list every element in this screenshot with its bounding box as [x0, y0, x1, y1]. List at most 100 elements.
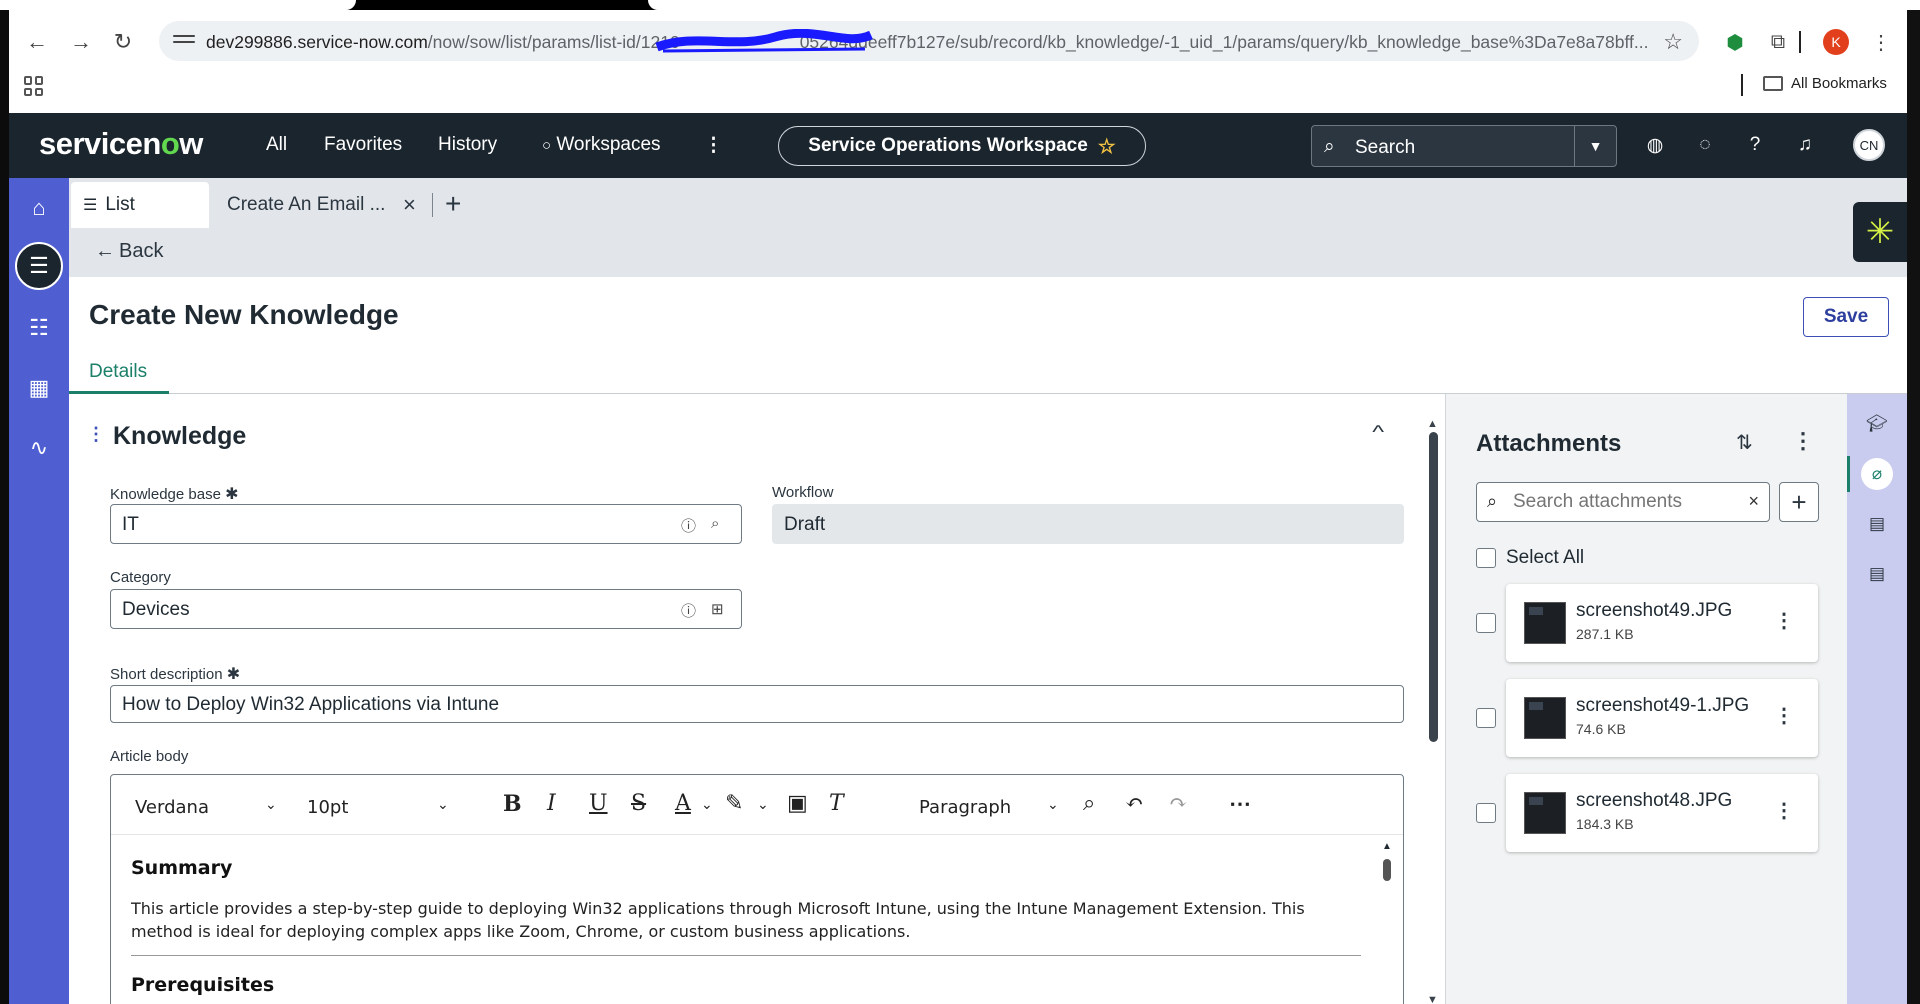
extension-icon[interactable]: ⬢ [1721, 28, 1749, 56]
sort-icon[interactable]: ⇅ [1736, 430, 1753, 455]
extensions-puzzle-icon[interactable]: ⧉ [1764, 28, 1792, 56]
chat-icon[interactable]: ◌ [1693, 133, 1717, 157]
clear-formatting-icon[interactable]: T [829, 791, 844, 816]
nav-workspaces[interactable]: ○ Workspaces [542, 134, 661, 156]
user-avatar[interactable]: CN [1853, 129, 1885, 161]
reload-icon[interactable]: ↻ [107, 26, 139, 58]
search-scope-dropdown[interactable]: ▼ [1574, 126, 1616, 166]
underline-icon[interactable]: U [589, 791, 608, 816]
clear-icon[interactable]: × [1748, 491, 1759, 512]
editor-content[interactable]: Summary This article provides a step-by-… [111, 835, 1403, 1004]
section-drag-handle-icon[interactable]: ⋮ [87, 424, 105, 445]
undo-icon[interactable]: ↶ [1125, 791, 1143, 816]
schedule-icon[interactable]: ▦ [21, 370, 57, 406]
find-search-icon[interactable]: ⌕ [1083, 791, 1095, 816]
text-color-icon[interactable]: A [675, 791, 691, 816]
url-text[interactable]: dev299886.service-now.com/now/sow/list/p… [206, 32, 1656, 53]
back-button[interactable]: ← Back [95, 240, 163, 263]
attachment-checkbox[interactable] [1476, 708, 1496, 728]
attachment-checkbox[interactable] [1476, 803, 1496, 823]
info-icon[interactable]: ⓘ [681, 600, 696, 621]
bold-icon[interactable]: B [503, 791, 522, 817]
category-field[interactable]: Devices ⓘ ⊞ [110, 589, 742, 629]
site-settings-icon[interactable] [173, 31, 195, 51]
scroll-up-icon[interactable]: ▲ [1427, 418, 1438, 430]
editor-scrollbar[interactable]: ▲ [1381, 841, 1393, 1004]
attachment-paperclip-icon[interactable]: ⌀ [1861, 458, 1893, 490]
add-attachment-button[interactable]: + [1779, 482, 1819, 522]
more-vert-icon[interactable]: ⋮ [1774, 608, 1794, 633]
add-tab-icon[interactable]: + [445, 188, 461, 220]
select-all-checkbox[interactable] [1476, 548, 1496, 568]
attachments-search-field[interactable] [1513, 491, 1733, 513]
browser-menu-icon[interactable]: ⋮ [1867, 28, 1895, 56]
attachment-filename[interactable]: screenshot48.JPG [1576, 790, 1732, 812]
sparkle-assist-icon[interactable]: ✳ [1853, 202, 1907, 262]
nav-favorites[interactable]: Favorites [324, 134, 402, 156]
attachment-filename[interactable]: screenshot49-1.JPG [1576, 695, 1749, 717]
list-icon[interactable]: ☰ [15, 242, 63, 290]
chevron-down-icon[interactable]: ⌄ [701, 797, 713, 813]
back-arrow-icon[interactable]: ← [21, 26, 53, 58]
profile-avatar[interactable]: K [1823, 29, 1849, 55]
globe-icon[interactable]: ◍ [1643, 133, 1667, 157]
more-vert-icon[interactable]: ⋮ [1792, 428, 1814, 454]
servicenow-logo[interactable]: servicenow [39, 126, 203, 162]
block-format-value: Paragraph [919, 797, 1012, 818]
attachment-checkbox[interactable] [1476, 613, 1496, 633]
lookup-search-icon[interactable]: ⌕ [711, 515, 719, 532]
attachment-card[interactable]: screenshot49-1.JPG 74.6 KB ⋮ [1506, 679, 1818, 757]
scroll-up-icon[interactable]: ▲ [1382, 841, 1392, 852]
tab-create-email[interactable]: Create An Email ... [227, 194, 385, 216]
apps-grid-icon[interactable] [24, 76, 44, 96]
tab-list[interactable]: ☰ List [71, 182, 209, 228]
font-family-select[interactable]: Verdana ⌄ [135, 797, 277, 818]
notifications-bell-icon[interactable]: ♫ [1793, 133, 1817, 157]
nav-history[interactable]: History [438, 134, 497, 156]
attachments-search-input[interactable]: ⌕ × [1476, 482, 1770, 522]
category-tree-icon[interactable]: ⊞ [711, 600, 724, 618]
knowledge-base-field[interactable]: IT ⓘ ⌕ [110, 504, 742, 544]
attachment-filename[interactable]: screenshot49.JPG [1576, 600, 1732, 622]
info-icon[interactable]: ⓘ [681, 515, 696, 536]
favorite-star-icon[interactable]: ☆ [1098, 134, 1116, 159]
groups-icon[interactable]: ☷ [21, 310, 57, 346]
font-size-select[interactable]: 10pt ⌄ [307, 797, 449, 818]
global-search[interactable]: ⌕ Search ▼ [1311, 125, 1617, 167]
block-format-select[interactable]: Paragraph ⌄ [919, 797, 1059, 818]
forward-arrow-icon[interactable]: → [65, 26, 97, 58]
italic-icon[interactable]: I [547, 791, 556, 816]
form-scrollbar[interactable]: ▲ ▼ [1427, 418, 1438, 1004]
close-tab-icon[interactable]: × [403, 192, 416, 218]
collapse-chevron-up-icon[interactable]: ^ [1372, 422, 1384, 443]
more-options-icon[interactable]: ⋯ [1229, 791, 1251, 817]
workspace-title-pill[interactable]: Service Operations Workspace ☆ [778, 126, 1146, 166]
paste-icon[interactable]: ▣ [787, 791, 808, 816]
help-icon[interactable]: ? [1743, 133, 1767, 157]
chevron-down-icon[interactable]: ⌄ [757, 797, 769, 813]
save-button[interactable]: Save [1803, 297, 1889, 337]
home-icon[interactable]: ⌂ [21, 190, 57, 226]
attachment-card[interactable]: screenshot49.JPG 287.1 KB ⋮ [1506, 584, 1818, 662]
tab-details[interactable]: Details [89, 361, 147, 383]
bookmark-star-icon[interactable]: ☆ [1663, 29, 1683, 55]
document-icon[interactable]: ▤ [1861, 508, 1893, 540]
nav-more-icon[interactable]: ⋮ [704, 134, 723, 157]
scroll-thumb[interactable] [1429, 432, 1438, 742]
all-bookmarks[interactable]: All Bookmarks [1763, 75, 1887, 92]
activity-pulse-icon[interactable]: ∿ [21, 430, 57, 466]
document-list-icon[interactable]: ▤ [1861, 558, 1893, 590]
redo-icon[interactable]: ↷ [1169, 791, 1187, 816]
highlight-color-icon[interactable]: ✎ [725, 791, 743, 816]
article-body-editor[interactable]: Verdana ⌄ 10pt ⌄ B I U S A ⌄ ✎ ⌄ ▣ T Parag… [110, 774, 1404, 1004]
scroll-down-icon[interactable]: ▼ [1427, 994, 1438, 1004]
graduation-cap-icon[interactable]: 🎓︎ [1861, 408, 1893, 440]
scroll-thumb[interactable] [1383, 859, 1391, 881]
address-bar[interactable]: dev299886.service-now.com/now/sow/list/p… [159, 21, 1699, 61]
more-vert-icon[interactable]: ⋮ [1774, 798, 1794, 823]
strikethrough-icon[interactable]: S [631, 791, 646, 816]
nav-all[interactable]: All [266, 134, 287, 156]
attachment-card[interactable]: screenshot48.JPG 184.3 KB ⋮ [1506, 774, 1818, 852]
more-vert-icon[interactable]: ⋮ [1774, 703, 1794, 728]
short-description-input[interactable]: How to Deploy Win32 Applications via Int… [110, 685, 1404, 723]
